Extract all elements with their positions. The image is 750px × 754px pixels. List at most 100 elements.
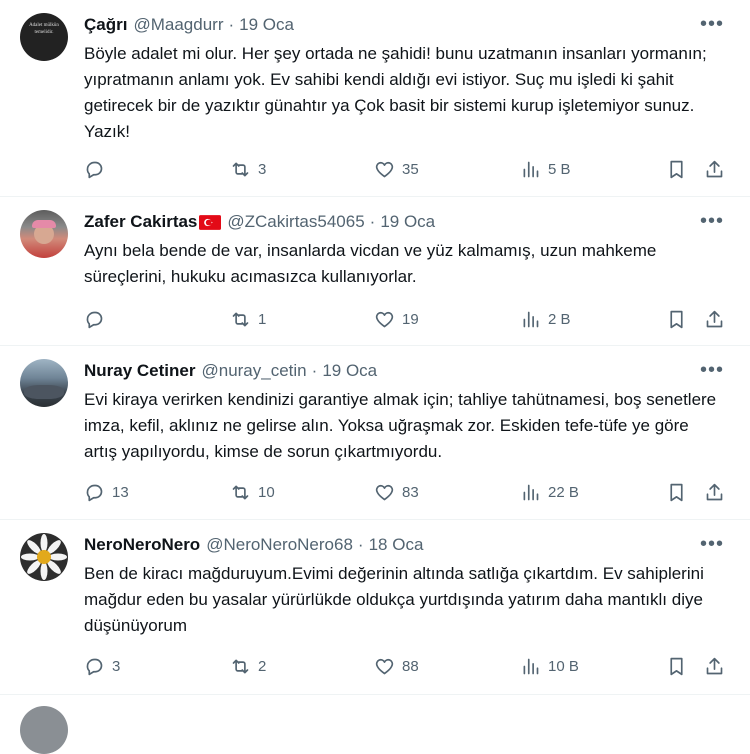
heart-icon <box>375 658 394 674</box>
retweet-count: 2 <box>258 657 267 675</box>
retweet-icon <box>232 312 249 326</box>
action-bar: 13 10 83 22 B <box>84 480 734 504</box>
retweet-count: 3 <box>258 160 267 178</box>
tweet-date[interactable]: 19 Oca <box>380 212 435 232</box>
like-button[interactable]: 35 <box>374 157 419 181</box>
view-count: 2 B <box>548 310 571 328</box>
more-options-icon[interactable]: ••• <box>700 534 724 554</box>
share-icon <box>706 160 723 177</box>
tweet-text: Böyle adalet mi olur. Her şey ortada ne … <box>84 44 707 141</box>
tweet-text: Aynı bela bende de var, insanlarda vicda… <box>84 241 657 286</box>
views-button[interactable]: 5 B <box>520 157 571 181</box>
share-icon <box>706 483 723 500</box>
share-button[interactable] <box>704 157 732 181</box>
like-count: 19 <box>402 310 419 328</box>
share-button[interactable] <box>704 654 732 678</box>
user-handle[interactable]: @Maagdurr <box>133 15 223 35</box>
view-count: 10 B <box>548 657 579 675</box>
views-chart-icon <box>523 311 539 327</box>
reply-icon <box>86 161 103 178</box>
avatar-rocks <box>24 385 64 399</box>
display-name[interactable]: Zafer Cakirtas <box>84 212 197 232</box>
tweet-date[interactable]: 19 Oca <box>322 361 377 381</box>
tweet-text: Evi kiraya verirken kendinizi garantiye … <box>84 390 717 461</box>
view-count: 5 B <box>548 160 571 178</box>
view-count: 22 B <box>548 483 579 501</box>
views-chart-icon <box>523 161 539 177</box>
avatar-cap <box>32 220 56 228</box>
reply-button[interactable]: 13 <box>84 480 129 504</box>
retweet-icon <box>232 485 249 499</box>
daisy-icon <box>21 534 67 580</box>
more-options-icon[interactable]: ••• <box>700 14 724 34</box>
avatar[interactable]: Adalet mülkün temelidir. <box>20 13 68 61</box>
more-options-icon[interactable]: ••• <box>700 360 724 380</box>
tweet[interactable]: Zafer Cakirtas @ZCakirtas54065 · 19 Oca … <box>0 197 750 346</box>
tweet-text: Ben de kiracı mağduruyum.Evimi değerinin… <box>84 564 704 635</box>
reply-icon <box>86 311 103 328</box>
bookmark-icon <box>670 483 683 501</box>
avatar-caption: Adalet mülkün temelidir. <box>29 23 59 35</box>
reply-count: 3 <box>112 657 121 675</box>
like-button[interactable]: 19 <box>374 307 419 331</box>
action-bar: 3 35 5 B <box>84 157 734 181</box>
reply-button[interactable]: 3 <box>84 654 120 678</box>
bookmark-icon <box>670 657 683 675</box>
avatar[interactable] <box>20 210 68 258</box>
like-count: 83 <box>402 483 419 501</box>
reply-icon <box>86 658 103 675</box>
tweet[interactable]: NeroNeroNero @NeroNeroNero68 · 18 Oca ••… <box>0 520 750 695</box>
reply-button[interactable] <box>84 157 112 181</box>
like-count: 88 <box>402 657 419 675</box>
tweet-date[interactable]: 18 Oca <box>369 535 424 555</box>
like-count: 35 <box>402 160 419 178</box>
bookmark-icon <box>670 310 683 328</box>
display-name[interactable]: NeroNeroNero <box>84 535 200 555</box>
like-button[interactable]: 83 <box>374 480 419 504</box>
reply-count: 13 <box>112 483 129 501</box>
avatar[interactable] <box>20 359 68 407</box>
reply-icon <box>86 484 103 501</box>
more-options-icon[interactable]: ••• <box>700 211 724 231</box>
user-handle[interactable]: @ZCakirtas54065 <box>227 212 364 232</box>
tweet-date[interactable]: 19 Oca <box>239 15 294 35</box>
retweet-count: 1 <box>258 310 267 328</box>
retweet-button[interactable]: 10 <box>230 480 275 504</box>
next-tweet-avatar[interactable] <box>20 706 68 754</box>
user-handle[interactable]: @NeroNeroNero68 <box>206 535 353 555</box>
separator-dot: · <box>357 535 364 554</box>
bookmark-button[interactable] <box>666 157 694 181</box>
share-button[interactable] <box>704 480 732 504</box>
views-button[interactable]: 22 B <box>520 480 579 504</box>
tweet[interactable]: Nuray Cetiner @nuray_cetin · 19 Oca ••• … <box>0 346 750 520</box>
retweet-button[interactable]: 3 <box>230 157 266 181</box>
separator-dot: · <box>228 15 235 34</box>
bookmark-button[interactable] <box>666 654 694 678</box>
views-chart-icon <box>523 658 539 674</box>
display-name[interactable]: Çağrı <box>84 15 127 35</box>
action-bar: 3 2 88 10 B <box>84 654 734 678</box>
share-icon <box>706 310 723 327</box>
views-button[interactable]: 2 B <box>520 307 571 331</box>
action-bar: 1 19 2 B <box>84 307 734 331</box>
retweet-icon <box>232 162 249 176</box>
share-button[interactable] <box>704 307 732 331</box>
tweet[interactable]: Adalet mülkün temelidir. Çağrı @Maagdurr… <box>0 0 750 197</box>
reply-button[interactable] <box>84 307 112 331</box>
heart-icon <box>375 161 394 177</box>
user-handle[interactable]: @nuray_cetin <box>201 361 306 381</box>
retweet-button[interactable]: 2 <box>230 654 266 678</box>
heart-icon <box>375 484 394 500</box>
views-chart-icon <box>523 484 539 500</box>
display-name[interactable]: Nuray Cetiner <box>84 361 195 381</box>
share-icon <box>706 657 723 674</box>
turkey-flag-icon <box>199 214 222 230</box>
separator-dot: · <box>369 212 376 231</box>
bookmark-button[interactable] <box>666 480 694 504</box>
avatar[interactable] <box>20 533 68 581</box>
retweet-button[interactable]: 1 <box>230 307 266 331</box>
bookmark-button[interactable] <box>666 307 694 331</box>
views-button[interactable]: 10 B <box>520 654 579 678</box>
like-button[interactable]: 88 <box>374 654 419 678</box>
heart-icon <box>375 311 394 327</box>
